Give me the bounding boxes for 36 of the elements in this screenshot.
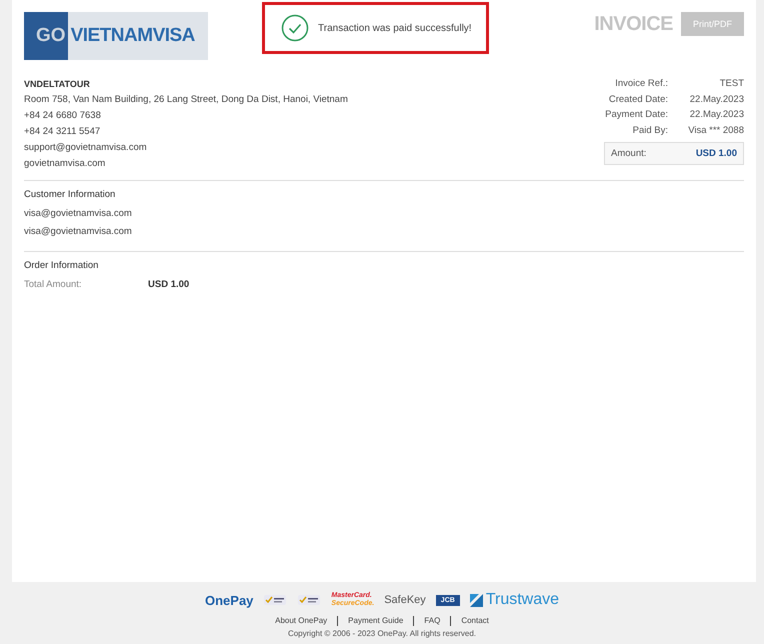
- detail-value: 22.May.2023: [690, 108, 744, 122]
- footer-link[interactable]: Payment Guide: [337, 616, 414, 626]
- merchant-name: VNDELTATOUR: [24, 78, 91, 91]
- notice-message: Transaction was paid successfully!: [318, 22, 472, 34]
- order-value: USD 1.00: [148, 278, 190, 292]
- trustwave-logo: Trustwave: [470, 591, 560, 609]
- footer-link[interactable]: Contact: [450, 616, 499, 626]
- invoice-title: INVOICE: [594, 12, 673, 36]
- detail-label: Invoice Ref.:: [614, 77, 668, 91]
- section-title: Customer Information: [24, 188, 116, 202]
- merchant-detail: +84 24 3211 5547: [24, 125, 102, 139]
- check-circle-icon: [281, 14, 309, 42]
- detail-label: Payment Date:: [604, 108, 668, 122]
- customer-email: visa@govietnamvisa.com: [24, 207, 133, 221]
- merchant-detail: +84 24 6680 7638: [24, 109, 102, 123]
- merchant-detail: Room 758, Van Nam Building, 26 Lang Street, Dong Da Dist, Hanoi, Vietnam: [24, 93, 348, 107]
- detail-value: 22.May.2023: [690, 92, 744, 106]
- seal-icon: [263, 593, 288, 607]
- copyright: Copyright © 2006 - 2023 OnePay. All rights reserved.: [288, 629, 476, 638]
- onepay-logo: OnePay: [204, 592, 254, 608]
- detail-label: Paid By:: [632, 124, 668, 138]
- amount-label: Amount:: [611, 148, 646, 159]
- section-title: Order Information: [24, 259, 100, 273]
- detail-label: Created Date:: [608, 92, 668, 106]
- detail-value: Visa *** 2088: [688, 124, 744, 138]
- logo: GO VIETNAMVISA: [24, 12, 208, 60]
- amount-value: USD 1.00: [696, 148, 737, 159]
- customer-email: visa@govietnamvisa.com: [24, 225, 133, 239]
- footer-link[interactable]: About OnePay: [265, 616, 338, 626]
- detail-value: TEST: [720, 77, 744, 91]
- merchant-detail: support@govietnamvisa.com: [24, 141, 148, 155]
- seal-icon: [297, 593, 322, 607]
- safekey-logo: SafeKey: [384, 594, 426, 606]
- merchant-detail: govietnamvisa.com: [24, 157, 106, 171]
- footer-link[interactable]: FAQ: [413, 616, 450, 626]
- order-label: Total Amount:: [24, 278, 83, 292]
